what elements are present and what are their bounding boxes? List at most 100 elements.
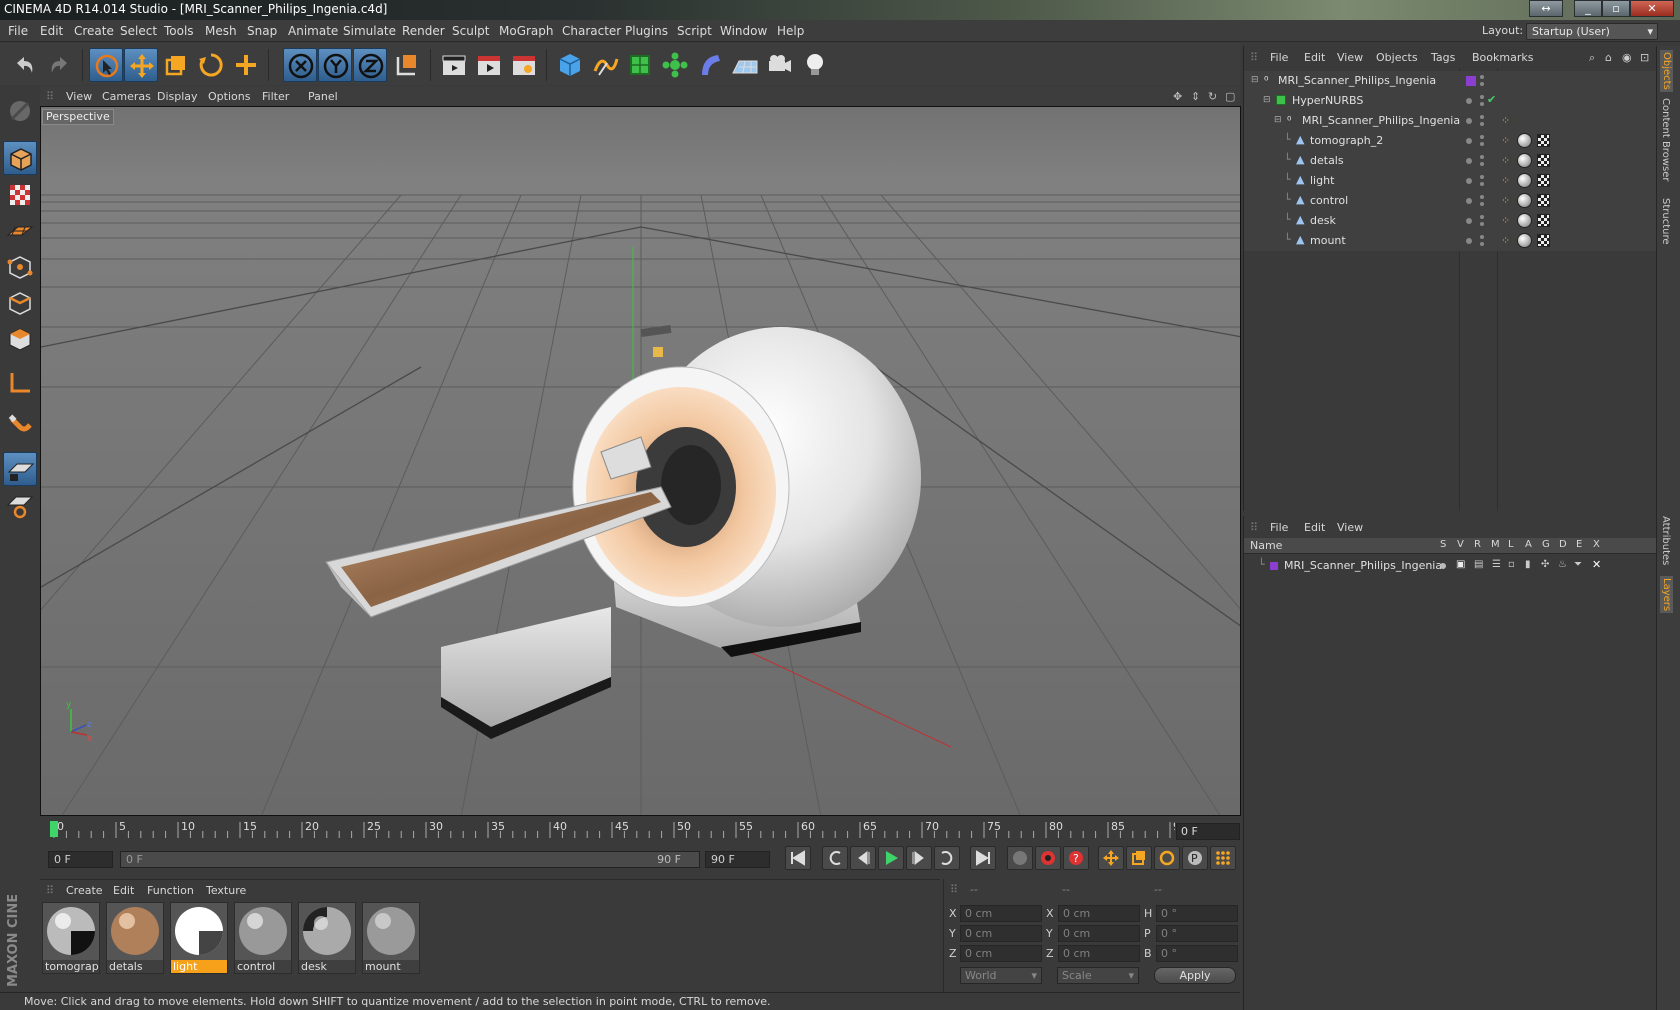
timeline-playhead[interactable]	[50, 821, 58, 837]
close-button[interactable]: ✕	[1630, 0, 1674, 17]
x-axis-button[interactable]	[283, 48, 317, 82]
current-frame-field[interactable]: 0 F	[1176, 823, 1240, 840]
viewport-menu-cameras[interactable]: Cameras	[102, 90, 151, 103]
go-to-start-button[interactable]	[785, 846, 811, 870]
menu-edit[interactable]: Edit	[40, 24, 63, 38]
layer-column-g[interactable]: G	[1542, 539, 1550, 550]
obj-menu-objects[interactable]: Objects	[1376, 51, 1418, 64]
previous-key-button[interactable]	[822, 846, 848, 870]
z-axis-button[interactable]	[353, 48, 387, 82]
home-icon[interactable]: ⌂	[1605, 51, 1612, 64]
layer-color-swatch[interactable]	[1270, 562, 1278, 570]
3d-viewport[interactable]: y z x	[40, 106, 1241, 816]
uvw-tag-icon[interactable]	[1537, 234, 1550, 247]
camera-button[interactable]	[763, 48, 797, 82]
locked-workplane-button[interactable]	[3, 488, 37, 522]
generator-icon[interactable]: ✣	[1541, 559, 1549, 570]
viewport-move-icon[interactable]: ✥	[1173, 90, 1182, 103]
previous-frame-button[interactable]	[850, 846, 876, 870]
material-menu-create[interactable]: Create	[66, 884, 103, 897]
workplane-lock-button[interactable]	[3, 452, 37, 486]
live-selection-button[interactable]	[89, 48, 123, 82]
move-tool-button[interactable]	[124, 48, 158, 82]
layer-column-m[interactable]: M	[1491, 539, 1500, 550]
object-row-child[interactable]: └ ▲ tomograph_2 ⁘	[1244, 131, 1657, 151]
layer-menu-file[interactable]: File	[1270, 521, 1288, 534]
menu-render[interactable]: Render	[402, 24, 445, 38]
array-button[interactable]	[658, 48, 692, 82]
subdivision-surface-button[interactable]	[623, 48, 657, 82]
viewport-menu-view[interactable]: View	[66, 90, 92, 103]
expression-icon[interactable]: ⏷	[1574, 559, 1582, 570]
enabled-check-icon[interactable]: ✔	[1487, 93, 1496, 106]
size-z-field[interactable]: 0 cm	[1058, 945, 1140, 962]
tab-content-browser[interactable]: Content Browser	[1660, 98, 1671, 181]
material-mount[interactable]: mount	[362, 902, 420, 974]
rotation-key-button[interactable]	[1154, 846, 1180, 870]
min-frame-field[interactable]: 0 F	[48, 851, 113, 868]
layer-column-v[interactable]: V	[1457, 539, 1464, 550]
axis-mode-button[interactable]	[3, 366, 37, 400]
material-menu-texture[interactable]: Texture	[206, 884, 246, 897]
collapse-icon[interactable]: ⊟	[1263, 95, 1271, 105]
obj-menu-file[interactable]: File	[1270, 51, 1288, 64]
uvw-tag-icon[interactable]	[1537, 214, 1550, 227]
make-editable-button[interactable]	[3, 94, 37, 128]
polygon-mode-button[interactable]	[3, 322, 37, 356]
max-frame-field[interactable]: 90 F	[705, 851, 770, 868]
tab-objects[interactable]: Objects	[1660, 50, 1673, 92]
menu-plugins[interactable]: Plugins	[625, 24, 668, 38]
material-menu-function[interactable]: Function	[147, 884, 194, 897]
resize-icon[interactable]: ↔	[1529, 0, 1563, 17]
search-icon[interactable]: ⌕	[1589, 51, 1595, 65]
solo-icon[interactable]	[1440, 563, 1446, 569]
rotation-h-field[interactable]: 0 °	[1156, 905, 1238, 922]
material-tomograph[interactable]: tomograph	[42, 902, 100, 974]
model-mode-button[interactable]	[3, 141, 37, 175]
layer-column-r[interactable]: R	[1474, 539, 1481, 550]
next-frame-button[interactable]	[906, 846, 932, 870]
viewport-dolly-icon[interactable]: ⇕	[1191, 90, 1200, 103]
obj-menu-tags[interactable]: Tags	[1431, 51, 1455, 64]
phong-tag-icon[interactable]: ⁘	[1501, 194, 1510, 207]
material-light[interactable]: light	[170, 902, 228, 974]
undo-button[interactable]	[7, 48, 41, 82]
object-row-child[interactable]: └ ▲ desk ⁘	[1244, 211, 1657, 231]
phong-tag-icon[interactable]: ⁘	[1501, 154, 1510, 167]
object-row-hypernurbs[interactable]: ⊟ HyperNURBS ✔	[1244, 91, 1657, 111]
rotation-b-field[interactable]: 0 °	[1156, 945, 1238, 962]
render-picture-viewer-button[interactable]	[472, 48, 506, 82]
menu-script[interactable]: Script	[677, 24, 712, 38]
scale-key-button[interactable]	[1126, 846, 1152, 870]
layer-column-d[interactable]: D	[1559, 539, 1567, 550]
tab-structure[interactable]: Structure	[1660, 198, 1671, 245]
collapse-icon[interactable]: ⊟	[1274, 115, 1282, 125]
record-active-button[interactable]	[1007, 846, 1033, 870]
collapse-icon[interactable]: ⊟	[1251, 75, 1259, 85]
viewport-menu-panel[interactable]: Panel	[308, 90, 338, 103]
obj-menu-view[interactable]: View	[1337, 51, 1363, 64]
frame-range-slider[interactable]: 0 F 90 F	[120, 851, 700, 868]
edge-mode-button[interactable]	[3, 286, 37, 320]
uvw-tag-icon[interactable]	[1537, 174, 1550, 187]
menu-help[interactable]: Help	[777, 24, 804, 38]
uvw-tag-icon[interactable]	[1537, 154, 1550, 167]
manager-icon[interactable]: ☰	[1492, 559, 1501, 570]
object-row-child[interactable]: └ ▲ light ⁘	[1244, 171, 1657, 191]
phong-tag-icon[interactable]: ⁘	[1501, 174, 1510, 187]
go-to-end-button[interactable]	[970, 846, 996, 870]
workplane-mode-button[interactable]	[3, 214, 37, 248]
layer-column-x[interactable]: X	[1593, 539, 1600, 550]
xref-icon[interactable]: ✕	[1592, 558, 1601, 571]
size-x-field[interactable]: 0 cm	[1058, 905, 1140, 922]
menu-animate[interactable]: Animate	[288, 24, 338, 38]
coordinate-mode-select[interactable]: World ▾	[960, 967, 1042, 984]
position-y-field[interactable]: 0 cm	[960, 925, 1042, 942]
layer-row[interactable]: └ MRI_Scanner_Philips_Ingenia ▣ ▤ ☰ ▫ ▮ …	[1244, 556, 1657, 576]
phong-tag-icon[interactable]: ⁘	[1501, 234, 1510, 247]
viewport-menu-filter[interactable]: Filter	[262, 90, 289, 103]
locked-icon[interactable]: ▫	[1508, 559, 1515, 570]
layer-menu-view[interactable]: View	[1337, 521, 1363, 534]
menu-sculpt[interactable]: Sculpt	[452, 24, 489, 38]
material-tag-icon[interactable]	[1517, 173, 1532, 188]
